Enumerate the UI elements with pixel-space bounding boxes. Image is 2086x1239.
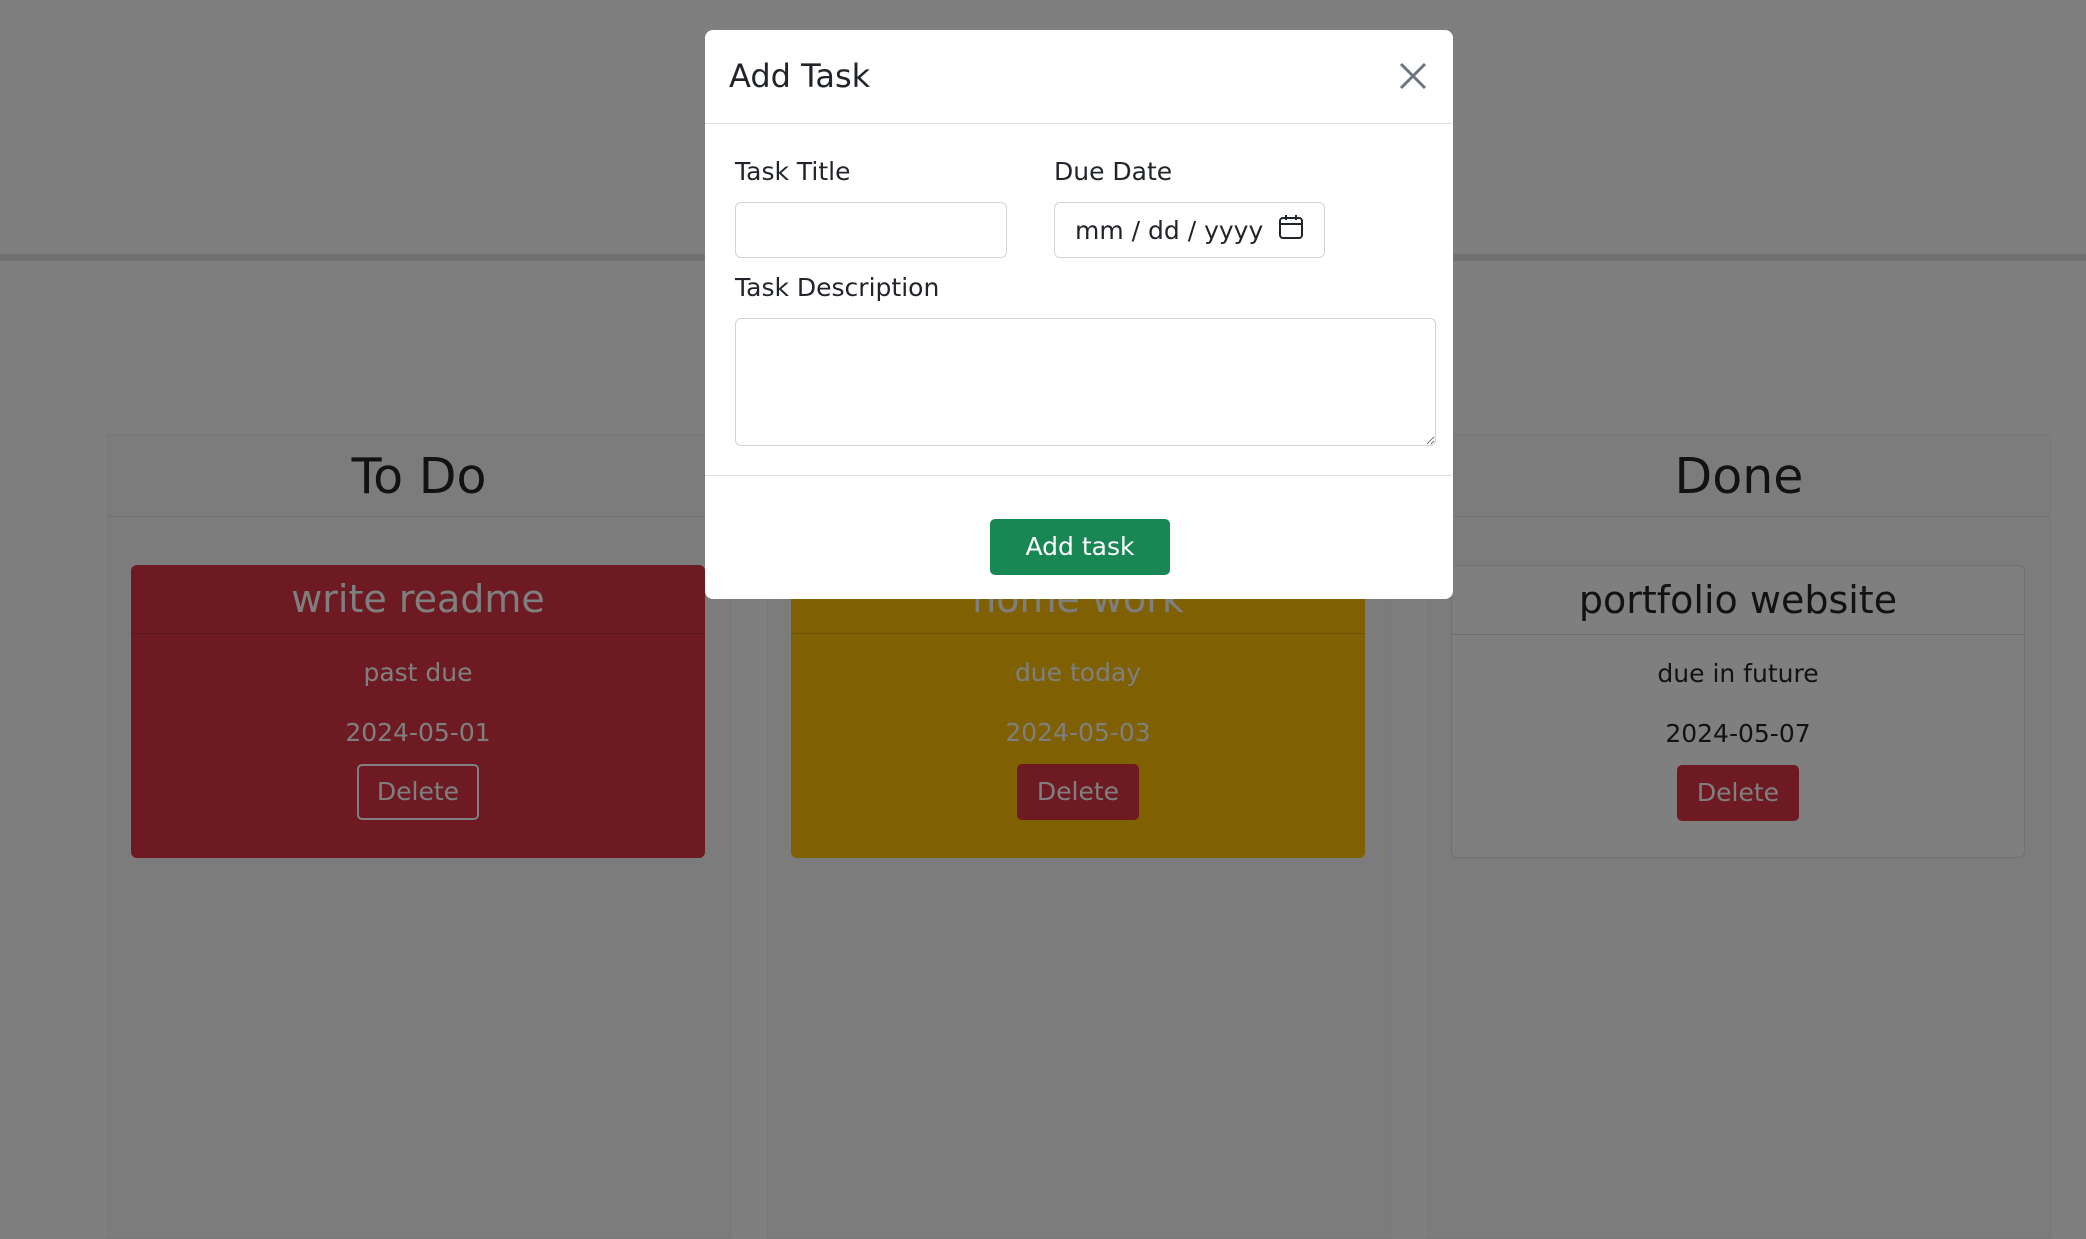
task-title-label: Task Title [735,157,851,186]
modal-footer-divider [705,475,1453,476]
task-description-label: Task Description [735,273,940,302]
due-date-label: Due Date [1054,157,1173,186]
modal-header: Add Task [705,30,1453,124]
task-description-textarea[interactable] [735,318,1436,446]
modal-title: Add Task [729,57,871,95]
task-title-input[interactable] [735,202,1007,258]
calendar-icon[interactable] [1278,214,1304,246]
due-date-input[interactable]: mm / dd / yyyy [1054,202,1325,258]
due-date-placeholder: mm / dd / yyyy [1075,215,1264,245]
add-task-modal: Add Task Task Title Due Date mm / dd / y… [705,30,1453,599]
add-task-button[interactable]: Add task [990,519,1170,575]
close-icon[interactable] [1397,60,1429,92]
